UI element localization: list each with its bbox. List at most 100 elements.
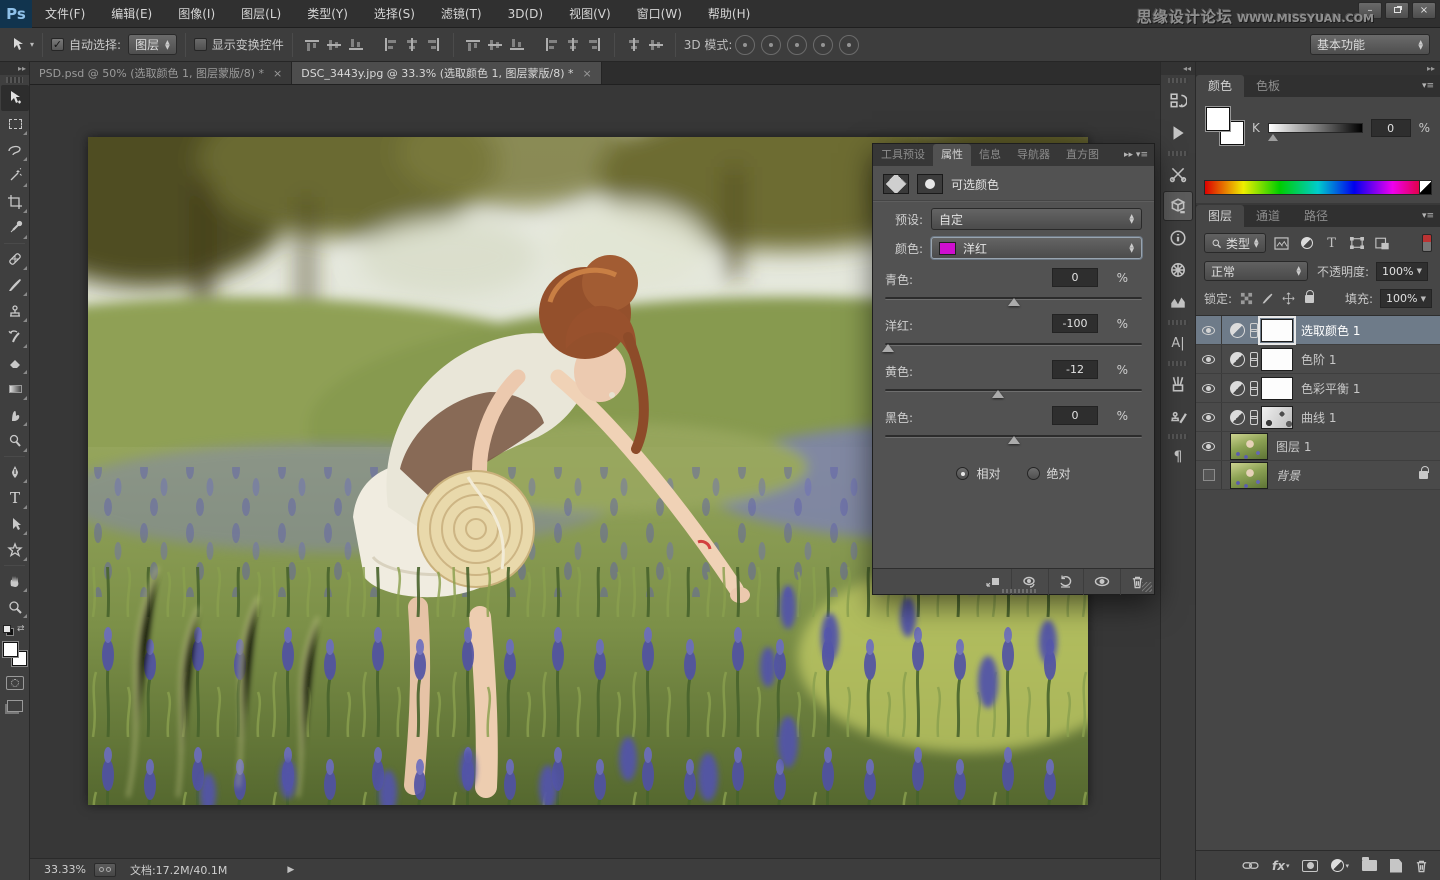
lock-all-icon[interactable]: [1302, 292, 1316, 306]
foreground-color-swatch[interactable]: [1206, 107, 1230, 131]
fill-field[interactable]: 100% ▼: [1380, 289, 1432, 308]
type-tool[interactable]: T: [1, 485, 29, 511]
layer-name[interactable]: 色阶 1: [1301, 351, 1336, 368]
tab-color[interactable]: 颜色: [1196, 75, 1244, 97]
tab-layers[interactable]: 图层: [1196, 205, 1244, 227]
close-tab-icon[interactable]: ×: [273, 67, 282, 80]
filter-adjustment-layers-icon[interactable]: [1298, 235, 1316, 251]
filter-image-layers-icon[interactable]: [1273, 235, 1291, 251]
tab-properties[interactable]: 属性: [933, 144, 971, 166]
zoom-tool[interactable]: [1, 594, 29, 620]
cyan-slider-thumb[interactable]: [1008, 292, 1020, 306]
toolbar-grip[interactable]: [6, 77, 23, 83]
restore-button[interactable]: [1385, 2, 1409, 19]
document-tab-dsc3443y[interactable]: DSC_3443y.jpg @ 33.3% (选取颜色 1, 图层蒙版/8) *…: [292, 62, 602, 84]
actions-panel-icon[interactable]: [1163, 118, 1193, 148]
visibility-toggle[interactable]: [1196, 374, 1222, 402]
yellow-value-field[interactable]: -12: [1052, 360, 1098, 379]
pen-tool[interactable]: [1, 459, 29, 485]
menu-select[interactable]: 选择(S): [361, 0, 428, 28]
panel-menu-icon[interactable]: ▾≡: [1422, 211, 1440, 221]
layer-row-levels[interactable]: 色阶 1: [1196, 345, 1440, 374]
layer-name[interactable]: 选取颜色 1: [1301, 322, 1360, 339]
auto-select-checkbox[interactable]: ✓: [51, 38, 64, 51]
layer-row-color-balance[interactable]: 色彩平衡 1: [1196, 374, 1440, 403]
character-panel-icon[interactable]: A|: [1163, 328, 1193, 358]
menu-edit[interactable]: 编辑(E): [98, 0, 165, 28]
zoom-level[interactable]: 33.33%: [44, 863, 86, 876]
crop-tool[interactable]: [1, 189, 29, 215]
visibility-toggle[interactable]: [1196, 432, 1222, 460]
path-selection-tool[interactable]: [1, 511, 29, 537]
close-tab-icon[interactable]: ×: [583, 67, 592, 80]
layer-mask-thumbnail[interactable]: [1261, 406, 1293, 429]
opacity-field[interactable]: 100% ▼: [1376, 262, 1428, 281]
tab-paths[interactable]: 路径: [1292, 205, 1340, 227]
absolute-radio[interactable]: 绝对: [1027, 465, 1071, 482]
menu-layer[interactable]: 图层(L): [228, 0, 294, 28]
tab-swatches[interactable]: 色板: [1244, 75, 1292, 97]
swap-colors-icon[interactable]: ⇄: [17, 624, 25, 634]
distribute-vertical-centers-icon[interactable]: [488, 38, 502, 51]
quick-mask-button[interactable]: [6, 676, 24, 690]
layer-row-curves[interactable]: 曲线 1: [1196, 403, 1440, 432]
k-slider-thumb[interactable]: [1268, 129, 1278, 141]
document-tab-psd[interactable]: PSD.psd @ 50% (选取颜色 1, 图层蒙版/8) * ×: [30, 62, 292, 84]
black-slider-track[interactable]: [885, 435, 1142, 438]
clone-stamp-tool[interactable]: [1, 298, 29, 324]
menu-3d[interactable]: 3D(D): [495, 0, 556, 28]
layer-thumbnail[interactable]: [1230, 433, 1268, 460]
auto-select-target-dropdown[interactable]: 图层 ▲▼: [128, 34, 177, 55]
history-brush-tool[interactable]: [1, 324, 29, 350]
gradient-tool[interactable]: [1, 376, 29, 402]
brush-tool[interactable]: [1, 272, 29, 298]
menu-view[interactable]: 视图(V): [556, 0, 624, 28]
layer-effects-icon[interactable]: fx▾: [1272, 859, 1289, 873]
align-vertical-centers-icon[interactable]: [327, 38, 341, 51]
eyedropper-tool[interactable]: [1, 215, 29, 241]
collapse-strip-icon[interactable]: ◂◂: [1161, 62, 1195, 75]
move-tool[interactable]: [1, 85, 29, 111]
quick-selection-tool[interactable]: [1, 163, 29, 189]
lock-position-icon[interactable]: [1281, 292, 1295, 306]
show-transform-checkbox[interactable]: [194, 38, 207, 51]
tab-info[interactable]: 信息: [971, 144, 1009, 166]
align-right-edges-icon[interactable]: [427, 38, 441, 51]
align-left-edges-icon[interactable]: [383, 38, 397, 51]
visibility-icon[interactable]: [1083, 569, 1120, 595]
new-layer-icon[interactable]: [1390, 859, 1402, 873]
menu-help[interactable]: 帮助(H): [695, 0, 763, 28]
lock-pixels-icon[interactable]: [1260, 292, 1274, 306]
layer-name[interactable]: 图层 1: [1276, 438, 1311, 455]
toolbar-collapse[interactable]: ▸▸: [0, 62, 29, 75]
eraser-tool[interactable]: [1, 350, 29, 376]
visibility-toggle[interactable]: [1196, 461, 1222, 489]
reset-icon[interactable]: [1048, 569, 1083, 595]
layer-name[interactable]: 色彩平衡 1: [1301, 380, 1360, 397]
layer-row-background[interactable]: 背景: [1196, 461, 1440, 490]
tab-navigator[interactable]: 导航器: [1009, 144, 1058, 166]
panel-collapse-icon[interactable]: ▸▸ ▾≡: [1124, 150, 1154, 160]
layer-mask-thumbnail[interactable]: [1261, 319, 1293, 342]
distribute-right-icon[interactable]: [588, 38, 602, 51]
tab-tool-presets[interactable]: 工具预设: [873, 144, 933, 166]
layer-name[interactable]: 曲线 1: [1301, 409, 1336, 426]
distribute-horizontal-centers-icon[interactable]: [566, 38, 580, 51]
yellow-slider-track[interactable]: [885, 389, 1142, 392]
default-colors-icon[interactable]: [3, 625, 11, 633]
color-spectrum-ramp[interactable]: [1204, 180, 1432, 195]
screen-mode-button[interactable]: [7, 700, 23, 712]
preset-dropdown[interactable]: 自定 ▲▼: [931, 208, 1142, 230]
menu-window[interactable]: 窗口(W): [624, 0, 695, 28]
menu-file[interactable]: 文件(F): [32, 0, 98, 28]
history-panel-icon[interactable]: [1163, 86, 1193, 116]
3d-scale-icon[interactable]: [839, 35, 859, 55]
align-horizontal-centers-icon[interactable]: [405, 38, 419, 51]
clone-source-panel-icon[interactable]: [1163, 401, 1193, 431]
layer-row-selective-color[interactable]: 选取颜色 1: [1196, 316, 1440, 345]
relative-radio[interactable]: 相对: [956, 465, 1000, 482]
filter-type-layers-icon[interactable]: T: [1323, 235, 1341, 251]
custom-shape-tool[interactable]: [1, 537, 29, 563]
black-slider-thumb[interactable]: [1008, 430, 1020, 444]
3d-roll-icon[interactable]: [761, 35, 781, 55]
